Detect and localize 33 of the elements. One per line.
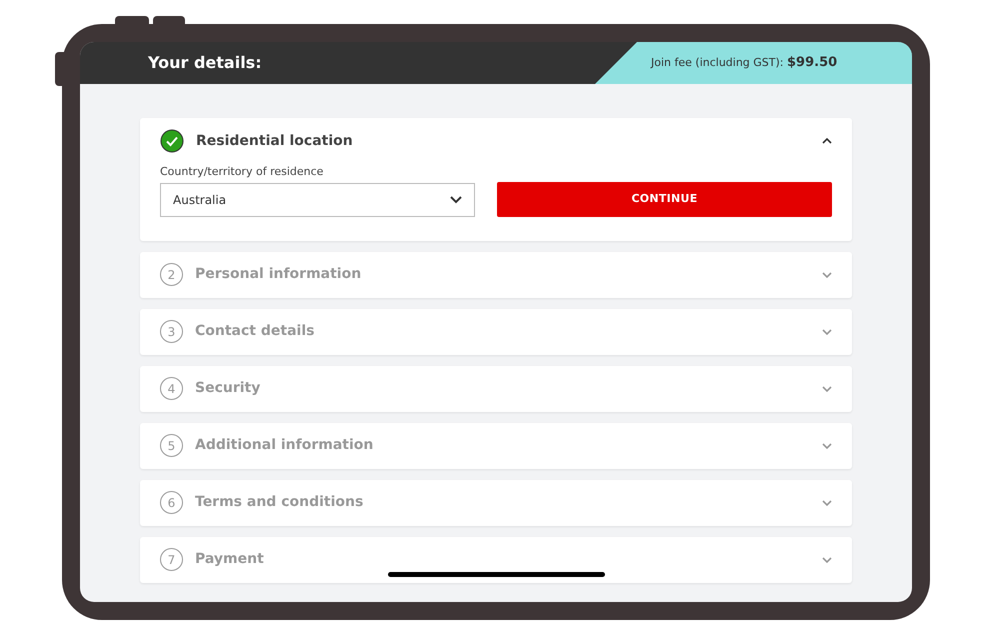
chevron-down-icon — [822, 386, 832, 392]
chevron-down-icon — [822, 556, 832, 562]
step-number: 2 — [160, 263, 183, 286]
step-header[interactable]: 5 Additional information — [140, 422, 852, 468]
chevron-down-icon — [822, 328, 832, 334]
step-number: 6 — [160, 491, 183, 514]
step-title: Personal information — [195, 265, 362, 284]
step-number: 4 — [160, 377, 183, 400]
chevron-up-icon — [822, 138, 832, 144]
chevron-down-icon — [822, 500, 832, 506]
step-header[interactable]: Residential location — [140, 118, 852, 164]
step-header[interactable]: 2 Personal information — [140, 252, 852, 298]
join-fee-text: Join fee (including GST): $99.50 — [651, 54, 838, 72]
country-select[interactable]: Australia — [160, 182, 475, 216]
step-title: Contact details — [195, 322, 314, 341]
step-title: Security — [195, 379, 260, 398]
step-title: Terms and conditions — [195, 493, 364, 512]
field-label: Country/territory of residence — [160, 164, 324, 180]
continue-button[interactable]: CONTINUE — [497, 182, 832, 216]
step-title: Residential location — [196, 132, 353, 150]
step-number: 7 — [160, 548, 183, 571]
step-header[interactable]: 3 Contact details — [140, 308, 852, 354]
chevron-down-icon — [450, 196, 462, 204]
step-header[interactable]: 6 Terms and conditions — [140, 480, 852, 526]
step-title: Additional information — [195, 436, 374, 455]
step-number: 5 — [160, 434, 183, 457]
chevron-down-icon — [822, 272, 832, 278]
step-title: Payment — [195, 550, 264, 569]
page-title: Your details: — [148, 52, 262, 74]
step-header[interactable]: 4 Security — [140, 366, 852, 412]
step-header[interactable]: 7 Payment — [140, 536, 852, 582]
chevron-down-icon — [822, 442, 832, 448]
step-number: 3 — [160, 320, 183, 343]
